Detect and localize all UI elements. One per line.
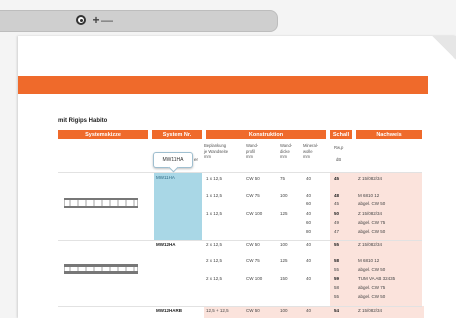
cell-proof: Z 15/082/34 (358, 211, 383, 216)
cell-profile: CW 100 (246, 276, 263, 281)
cell-planking: 2 x 12,5 (206, 258, 223, 263)
subheader-planking: Beplankung je Wandseite mm (204, 143, 229, 159)
cell-planking: 1 x 12,5 (206, 211, 223, 216)
target-icon[interactable] (74, 13, 88, 27)
cell-wool: 40 (306, 276, 312, 281)
cell-profile: CW 75 (246, 193, 260, 198)
system-number-1: MW11HA (156, 175, 175, 180)
page-curl (432, 36, 456, 60)
cell-sound: 50 (334, 211, 340, 216)
cell-wool: 40 (306, 193, 312, 198)
cell-proof: abgel. CW 50 (358, 267, 386, 272)
cell-sound: 58 (334, 258, 340, 263)
cell-proof: abgel. CW 50 (358, 229, 386, 234)
cell-proof: Z 15/082/34 (358, 308, 383, 313)
section-title: mit Rigips Habito (58, 118, 108, 124)
cell-proof: abgel. CW 75 (358, 285, 386, 290)
cell-wool: 40 (306, 242, 312, 247)
row-divider (58, 306, 422, 307)
cell-thickness: 100 (280, 308, 288, 313)
cell-sound: 48 (334, 193, 340, 198)
selected-system-cell[interactable] (154, 172, 202, 240)
cell-planking: 2 x 12,5 (206, 276, 223, 281)
system-number-3: MW12HARB (156, 308, 183, 313)
cell-proof: Z 15/082/34 (358, 176, 383, 181)
cell-thickness: 125 (280, 258, 288, 263)
header-sound: Schall (330, 130, 352, 139)
cell-proof: abgel. CW 50 (358, 201, 386, 206)
cell-proof: Z 15/082/34 (358, 242, 383, 247)
wall-sketch-2 (64, 264, 138, 274)
cell-sound: 45 (334, 176, 340, 181)
cell-proof: TUM VA AB 32435 (358, 276, 396, 281)
cell-planking: 1 x 12,5 (206, 193, 223, 198)
cell-thickness: 150 (280, 276, 288, 281)
cell-proof: M 6810 12 (358, 193, 380, 198)
cell-thickness: 125 (280, 211, 288, 216)
cell-sound: 55 (334, 294, 340, 299)
cell-profile: CW 50 (246, 242, 260, 247)
system-tooltip: MW11HA (153, 152, 193, 168)
cell-wool: 40 (306, 308, 312, 313)
zoom-in-button[interactable]: + (91, 13, 101, 27)
highlight-group-3 (204, 306, 424, 318)
header-system-no: System Nr. (152, 130, 202, 139)
cell-wool: 40 (306, 258, 312, 263)
header-band (18, 76, 428, 94)
cell-planking: 12,5 + 12,5 (206, 308, 229, 313)
cell-sound: 54 (334, 308, 340, 313)
cell-profile: CW 50 (246, 176, 260, 181)
cell-sound: 59 (334, 276, 340, 281)
subheader-db: dB (336, 157, 342, 162)
cell-profile: CW 75 (246, 258, 260, 263)
subheader-mineral-wool: Mineral-wolle mm (303, 143, 319, 159)
cell-sound: 58 (334, 285, 340, 290)
cell-wool: 60 (306, 201, 312, 206)
system-number-2: MW12HA (156, 242, 176, 247)
cell-proof: M 6810 12 (358, 258, 380, 263)
header-system-sketch: Systemskizze (58, 130, 148, 139)
header-construction: Konstruktion (206, 130, 326, 139)
cell-proof: abgel. CW 50 (358, 294, 386, 299)
cell-thickness: 100 (280, 193, 288, 198)
cell-sound: 49 (334, 220, 340, 225)
tooltip-overflow-text: er (194, 157, 199, 162)
header-proof: Nachweis (356, 130, 422, 139)
cell-sound: 47 (334, 229, 340, 234)
cell-sound: 55 (334, 267, 340, 272)
cell-proof: abgel. CW 75 (358, 220, 386, 225)
wall-sketch-1 (64, 198, 138, 208)
subheader-rw: Rw,p (334, 145, 344, 150)
subheader-wall-profile: Wand-profil mm (246, 143, 259, 159)
cell-planking: 1 x 12,5 (206, 176, 223, 181)
cell-planking: 2 x 12,5 (206, 242, 223, 247)
zoom-out-button[interactable]: — (101, 13, 113, 27)
document-page: mit Rigips Habito Systemskizze System Nr… (18, 36, 456, 318)
row-divider (58, 240, 422, 241)
cell-sound: 45 (334, 201, 340, 206)
toolbar-pill (0, 10, 278, 32)
cell-wool: 40 (306, 211, 312, 216)
cell-wool: 60 (306, 220, 312, 225)
cell-wool: 40 (306, 176, 312, 181)
cell-sound: 55 (334, 242, 340, 247)
cell-thickness: 100 (280, 242, 288, 247)
cell-profile: CW 50 (246, 308, 260, 313)
cell-wool: 80 (306, 229, 312, 234)
subheader-wall-thickness: Wand-dicke mm (280, 143, 293, 159)
cell-profile: CW 100 (246, 211, 263, 216)
row-divider (58, 172, 422, 173)
cell-thickness: 75 (280, 176, 286, 181)
